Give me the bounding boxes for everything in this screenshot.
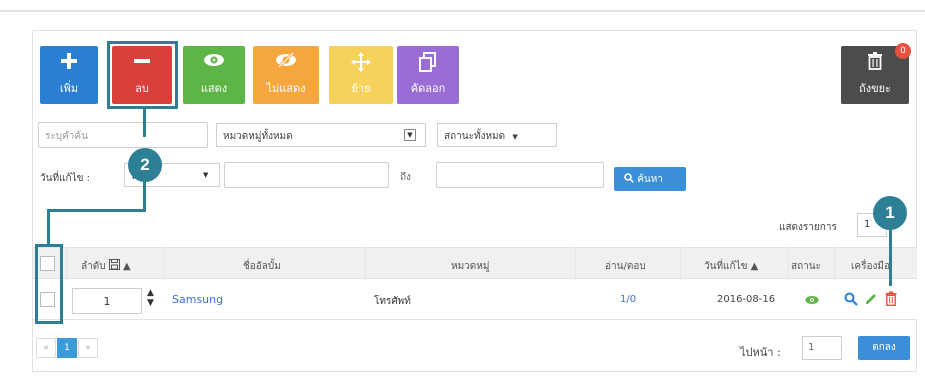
date-from-input[interactable]	[224, 162, 389, 188]
visible-status-eye-icon[interactable]	[805, 295, 819, 308]
step-2-marker: 2	[128, 148, 162, 182]
row-read-reply-link[interactable]: 1/0	[620, 294, 636, 305]
category-select[interactable]: หมวดหมู่ทั้งหมด	[216, 123, 426, 147]
next-page-button[interactable]: »	[78, 338, 98, 358]
show-button-label: แสดง	[200, 82, 228, 95]
date-label: วันที่แก้ไข :	[40, 173, 90, 184]
copy-button-label: คัดลอก	[410, 82, 446, 95]
hide-button-label: ไม่แสดง	[266, 82, 306, 95]
callout-line	[889, 224, 892, 286]
date-to-input[interactable]	[436, 162, 604, 188]
view-search-icon[interactable]	[844, 292, 858, 309]
row-modified: 2016-08-16	[717, 294, 776, 305]
eye-slash-icon	[253, 51, 319, 74]
hide-button[interactable]: ไม่แสดง	[253, 46, 319, 104]
move-button[interactable]: ย้าย	[329, 46, 393, 104]
row-category: โทรศัพท์	[374, 296, 411, 307]
goto-ok-button[interactable]: ตกลง	[858, 336, 910, 360]
page-1-button[interactable]: 1	[57, 338, 77, 358]
delete-button-highlight	[107, 41, 178, 109]
sort-asc-icon: ▲	[122, 261, 131, 272]
sort-asc-icon: ▲	[750, 261, 759, 272]
order-input[interactable]: 1	[72, 288, 142, 314]
column-modified[interactable]: วันที่แก้ไข ▲	[704, 259, 758, 274]
column-status[interactable]: สถานะ	[791, 259, 821, 274]
search-button-label: ค้นหา	[637, 174, 663, 185]
move-button-label: ย้าย	[351, 82, 371, 95]
column-tools: เครื่องมือ	[851, 261, 890, 272]
top-divider	[0, 10, 925, 12]
callout-line	[47, 209, 146, 212]
callout-line	[143, 109, 146, 137]
show-records-label: แสดงรายการ	[779, 222, 837, 233]
search-button[interactable]: ค้นหา	[614, 167, 686, 191]
copy-icon	[397, 52, 459, 74]
checkbox-column-highlight	[35, 244, 63, 324]
column-name[interactable]: ชื่ออัลบั้ม	[243, 259, 281, 274]
category-select-value: หมวดหมู่ทั้งหมด	[223, 131, 293, 142]
plus-icon	[40, 52, 98, 74]
order-stepper[interactable]: ▲ ▼	[147, 288, 154, 308]
edit-pencil-icon[interactable]	[864, 292, 878, 309]
show-button[interactable]: แสดง	[183, 46, 245, 104]
keyword-input[interactable]: ระบุคำค้น	[38, 122, 208, 148]
goto-page-input[interactable]: 1	[802, 336, 842, 360]
move-icon	[329, 52, 393, 74]
chevron-down-icon: ▼	[404, 129, 416, 141]
eye-icon	[183, 52, 245, 74]
trash-count-badge: 0	[895, 43, 911, 59]
step-1-marker: 1	[873, 196, 907, 230]
row-name-link[interactable]: Samsung	[172, 293, 223, 306]
column-read-reply[interactable]: อ่าน/ตอบ	[605, 259, 646, 274]
add-button-label: เพิ่ม	[59, 82, 79, 95]
chevron-down-icon: ▼	[512, 133, 518, 141]
search-icon	[624, 173, 637, 185]
goto-page-label: ไปหน้า :	[740, 346, 781, 359]
status-select[interactable]: สถานะทั้งหมด ▼	[437, 123, 557, 147]
chevron-down-icon: ▼	[203, 171, 209, 179]
delete-trash-icon[interactable]	[885, 291, 897, 309]
add-button[interactable]: เพิ่ม	[40, 46, 98, 104]
table-header: ลำดับ ▲ ชื่ออัลบั้ม หมวดหมู่ อ่าน/ตอบ วั…	[33, 247, 917, 279]
column-order[interactable]: ลำดับ ▲	[81, 259, 131, 274]
copy-button[interactable]: คัดลอก	[397, 46, 459, 104]
date-to-label: ถึง	[400, 172, 411, 183]
column-category[interactable]: หมวดหมู่	[451, 259, 489, 274]
prev-page-button[interactable]: «	[36, 338, 56, 358]
trash-button-label: ถังขยะ	[859, 82, 891, 95]
status-select-value: สถานะทั้งหมด	[444, 131, 506, 142]
table-row	[33, 280, 917, 320]
callout-line	[47, 209, 50, 246]
save-icon	[108, 259, 123, 272]
